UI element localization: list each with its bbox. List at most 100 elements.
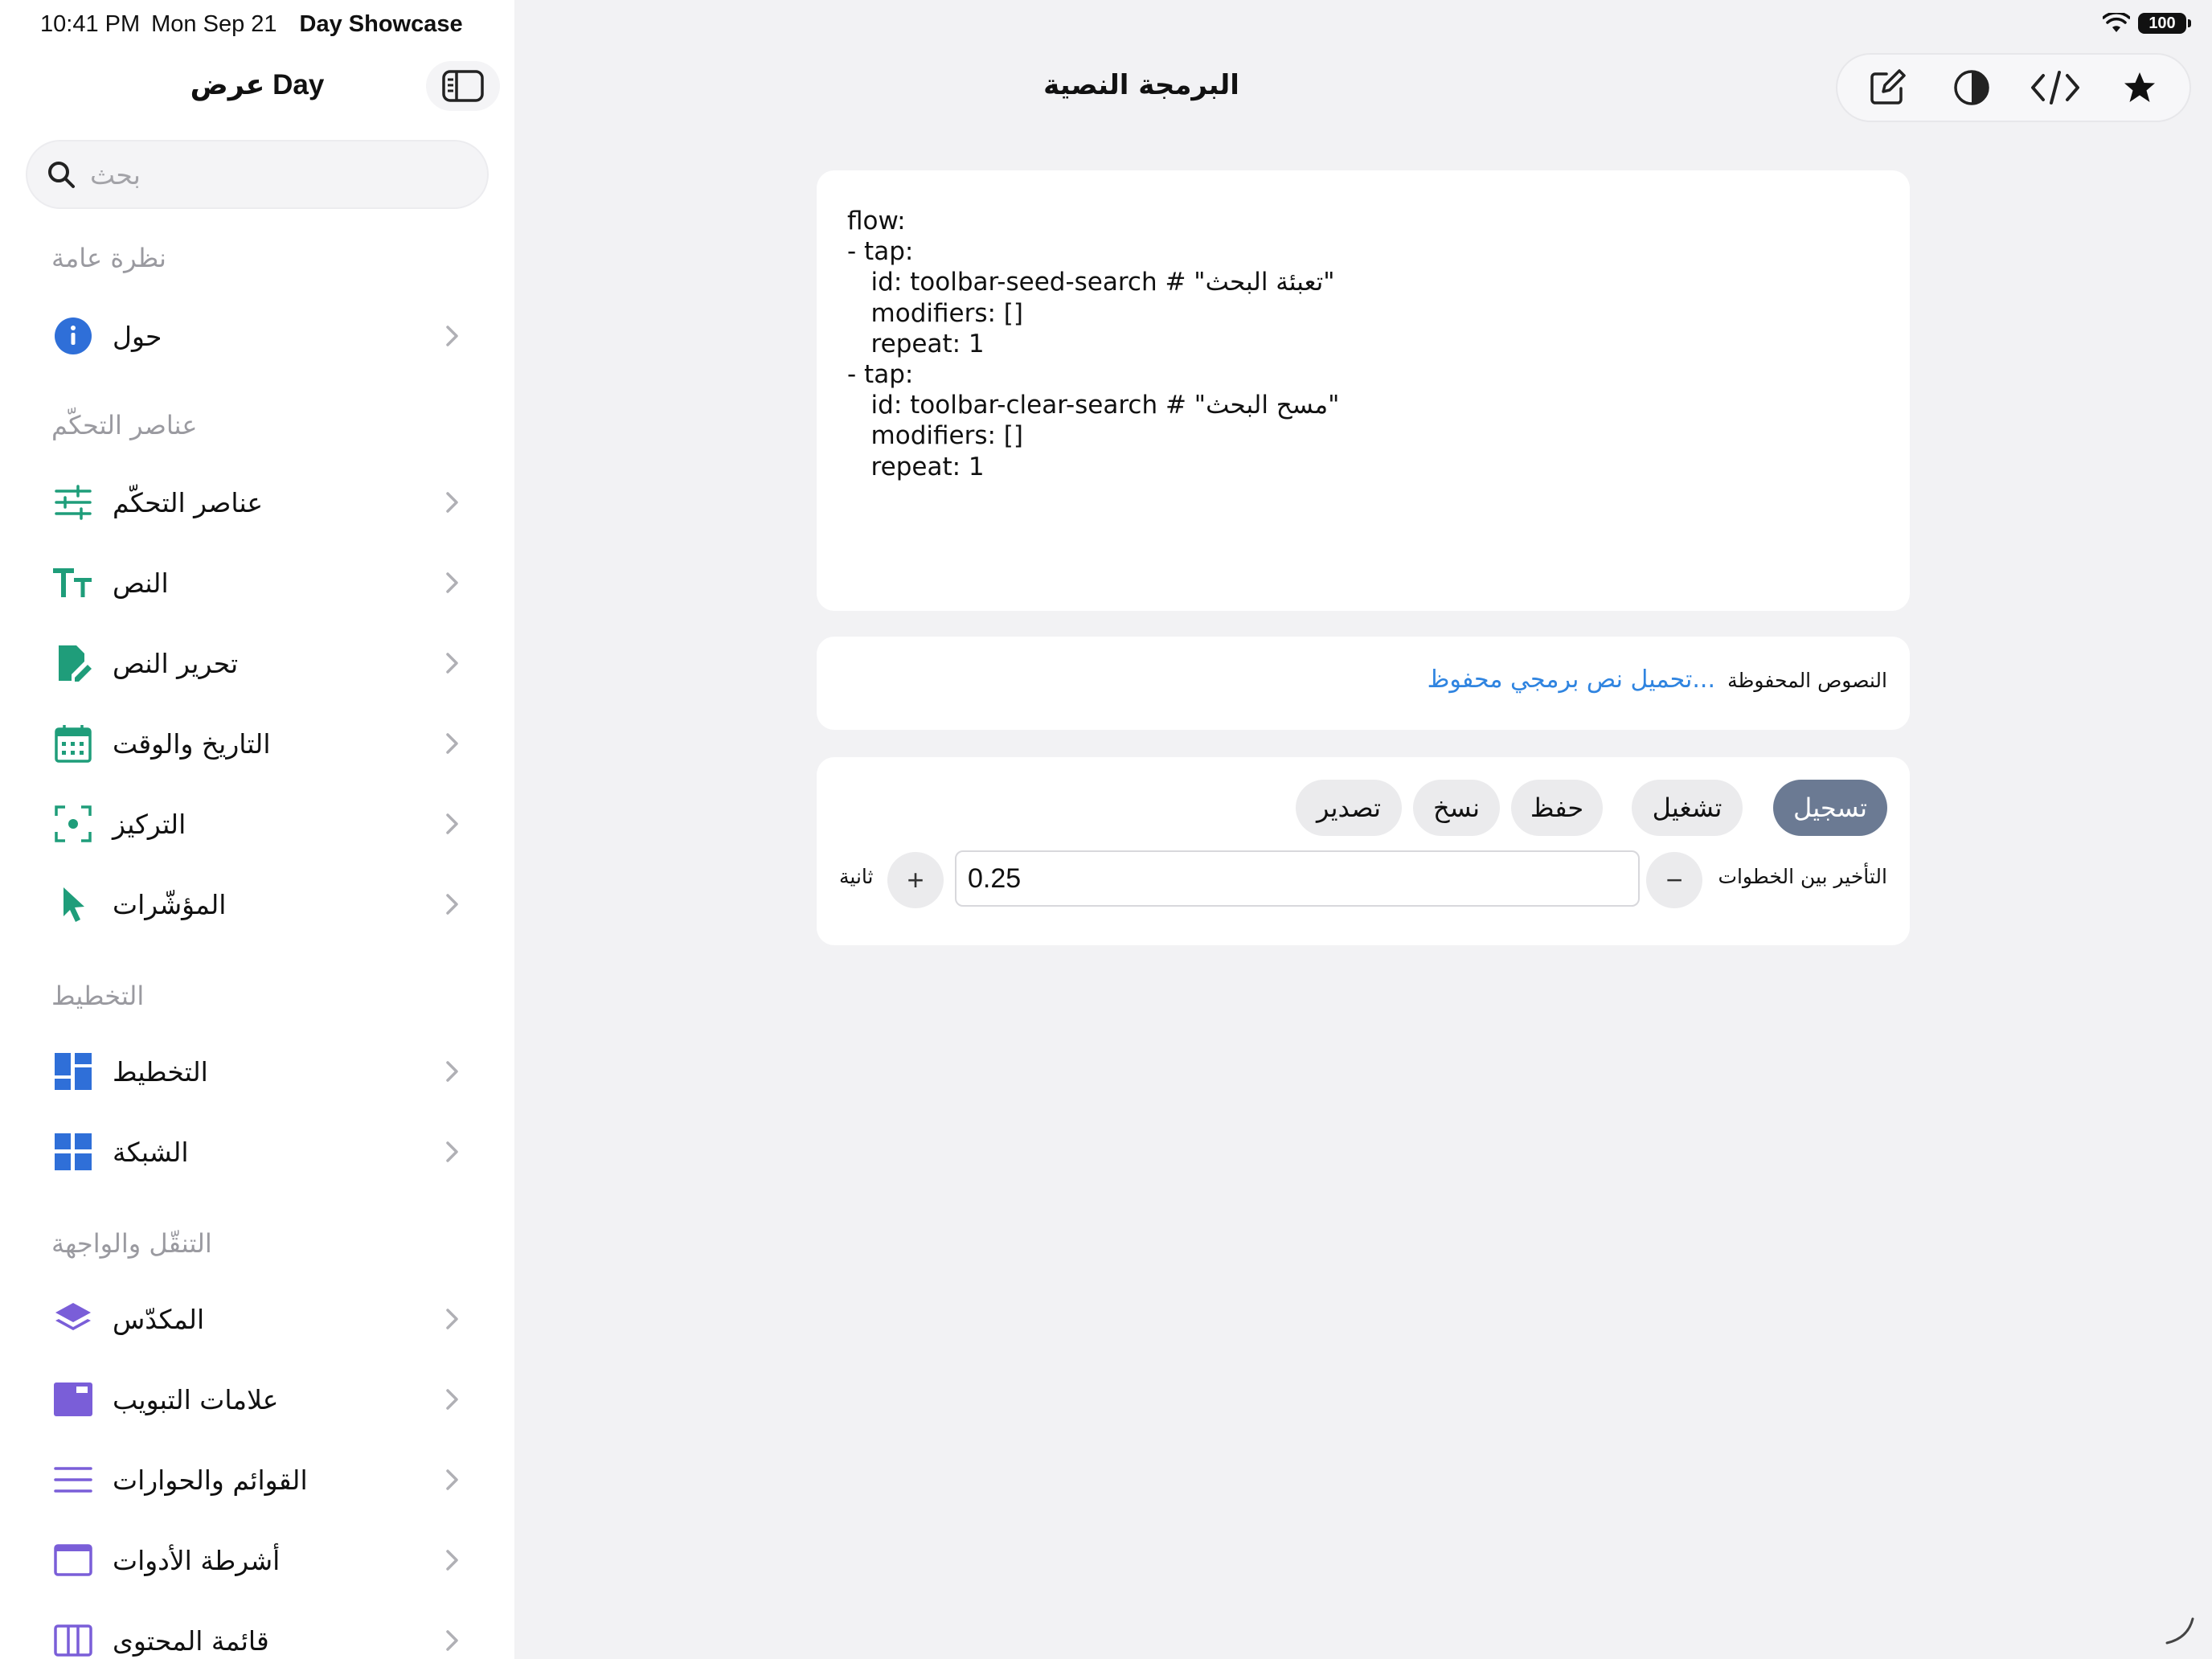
sidebar-item-label: التاريخ والوقت: [113, 727, 271, 760]
chevron-right-icon: [446, 1141, 458, 1162]
chevron-right-icon: [446, 326, 458, 346]
grid-icon: [53, 1132, 93, 1172]
sidebar-item-label: القوائم والحوارات: [113, 1464, 308, 1496]
sidebar-item-label: النص: [113, 567, 169, 599]
sidebar-item-label: حول: [113, 320, 162, 352]
sidebar-item-label: الشبكة: [113, 1136, 189, 1168]
sidebar-item-text-editing[interactable]: تحرير النص: [0, 623, 514, 703]
pointer-icon: [53, 884, 93, 924]
sidebar-item-text[interactable]: النص: [0, 543, 514, 623]
layout-icon: [53, 1051, 93, 1092]
saved-scripts-label: النصوص المحفوظة: [1727, 669, 1887, 692]
sidebar-item-layout[interactable]: التخطيط: [0, 1031, 514, 1112]
sidebar-item-label: التركيز: [113, 808, 186, 840]
section-header-layout: التخطيط: [51, 981, 145, 1011]
search-bar[interactable]: [26, 140, 489, 209]
chevron-right-icon: [446, 813, 458, 834]
record-button[interactable]: تسجيل: [1773, 780, 1887, 836]
contrast-icon: [1954, 70, 1989, 105]
sidebar-item-about[interactable]: حول: [0, 296, 514, 376]
compose-button[interactable]: [1859, 59, 1915, 116]
list-icon: [53, 1460, 93, 1500]
tabs-icon: [53, 1379, 93, 1419]
sidebar-item-toolbars[interactable]: أشرطة الأدوات: [0, 1520, 514, 1600]
text-size-icon: [53, 563, 93, 603]
sidebar-item-label: تحرير النص: [113, 647, 239, 679]
sidebar-item-lists-dialogs[interactable]: القوائم والحوارات: [0, 1440, 514, 1520]
run-button[interactable]: تشغيل: [1632, 780, 1743, 836]
status-date: Mon Sep 21: [151, 11, 277, 37]
delay-unit-label: ثانية: [839, 865, 874, 888]
chevron-right-icon: [446, 1309, 458, 1329]
saved-scripts-card: النصوص المحفوظة تحميل نص برمجي محفوظ...: [817, 637, 1910, 730]
chevron-right-icon: [446, 894, 458, 915]
status-app-name: Day Showcase: [299, 11, 463, 37]
favorite-button[interactable]: [2112, 59, 2168, 116]
chevron-right-icon: [446, 1630, 458, 1651]
sidebar-item-label: أشرطة الأدوات: [113, 1544, 281, 1576]
sliders-icon: [53, 482, 93, 522]
decrement-delay-button[interactable]: −: [1646, 852, 1702, 908]
chevron-right-icon: [446, 1061, 458, 1082]
sidebar-panel-icon: [53, 1620, 93, 1659]
chevron-right-icon: [446, 1389, 458, 1410]
sidebar-item-label: التخطيط: [113, 1055, 208, 1088]
stack-icon: [53, 1299, 93, 1339]
status-time: 10:41 PM: [40, 11, 141, 37]
wifi-icon: [2103, 13, 2130, 32]
step-delay-field[interactable]: [955, 850, 1640, 907]
export-button[interactable]: تصدير: [1296, 780, 1402, 836]
chevron-right-icon: [446, 572, 458, 593]
sidebar-item-label: المؤشّرات: [113, 888, 227, 920]
sidebar-toggle-icon: [442, 70, 484, 102]
compose-icon: [1870, 69, 1906, 104]
info-icon: [53, 316, 93, 356]
battery-indicator: 100: [2138, 13, 2191, 34]
star-icon: [2124, 72, 2155, 102]
toolbar-icon: [53, 1540, 93, 1580]
increment-delay-button[interactable]: +: [887, 852, 944, 908]
section-header-navigation: التنقّل والواجهة: [51, 1228, 212, 1259]
sidebar-item-pointers[interactable]: المؤشّرات: [0, 864, 514, 944]
resize-handle-icon: [2165, 1617, 2194, 1645]
sidebar-item-label: علامات التبويب: [113, 1383, 279, 1415]
chevron-right-icon: [446, 733, 458, 754]
save-button[interactable]: حفظ: [1511, 780, 1603, 836]
sidebar-toggle-button[interactable]: [426, 61, 500, 111]
sidebar-item-tabs[interactable]: علامات التبويب: [0, 1359, 514, 1440]
code-icon: [2031, 71, 2080, 104]
sidebar: 10:41 PMMon Sep 21Day Showcase عرض Day ن…: [0, 0, 514, 1659]
sidebar-item-date-time[interactable]: التاريخ والوقت: [0, 703, 514, 784]
chevron-right-icon: [446, 1550, 458, 1571]
copy-button[interactable]: نسخ: [1413, 780, 1500, 836]
calendar-icon: [53, 723, 93, 764]
script-editor[interactable]: flow: - tap: id: toolbar-seed-search # "…: [847, 206, 1879, 482]
sidebar-item-stack[interactable]: المكدّس: [0, 1279, 514, 1359]
script-editor-card: flow: - tap: id: toolbar-seed-search # "…: [817, 170, 1910, 611]
search-input[interactable]: [90, 158, 468, 190]
sidebar-item-label: قائمة المحتوى: [113, 1624, 269, 1657]
status-indicators: 100: [2103, 13, 2191, 34]
section-header-overview: نظرة عامة: [51, 243, 166, 273]
chevron-right-icon: [446, 492, 458, 513]
sidebar-item-content-list[interactable]: قائمة المحتوى: [0, 1600, 514, 1659]
code-button[interactable]: [2027, 59, 2083, 116]
section-header-controls: عناصر التحكّم: [51, 410, 198, 440]
chevron-right-icon: [446, 653, 458, 674]
step-delay-label: التأخير بين الخطوات: [1718, 865, 1887, 888]
search-icon: [48, 162, 75, 188]
sidebar-item-label: المكدّس: [113, 1303, 205, 1335]
sidebar-item-label: عناصر التحكّم: [113, 486, 264, 518]
status-bar: 10:41 PM Mon Sep 21 Day Showcase: [40, 11, 474, 38]
sidebar-item-focus[interactable]: التركيز: [0, 784, 514, 864]
page-title: البرمجة النصية: [1043, 69, 1239, 101]
load-saved-script-link[interactable]: تحميل نص برمجي محفوظ...: [1428, 666, 1715, 694]
chevron-right-icon: [446, 1469, 458, 1490]
main-toolbar: [1836, 53, 2191, 122]
main-content: 100 البرمجة النصية flow: - tap: id: tool…: [514, 0, 2212, 1659]
sidebar-item-grid[interactable]: الشبكة: [0, 1112, 514, 1192]
document-edit-icon: [53, 643, 93, 683]
focus-icon: [53, 804, 93, 844]
appearance-button[interactable]: [1944, 59, 2000, 116]
sidebar-item-controls[interactable]: عناصر التحكّم: [0, 462, 514, 543]
